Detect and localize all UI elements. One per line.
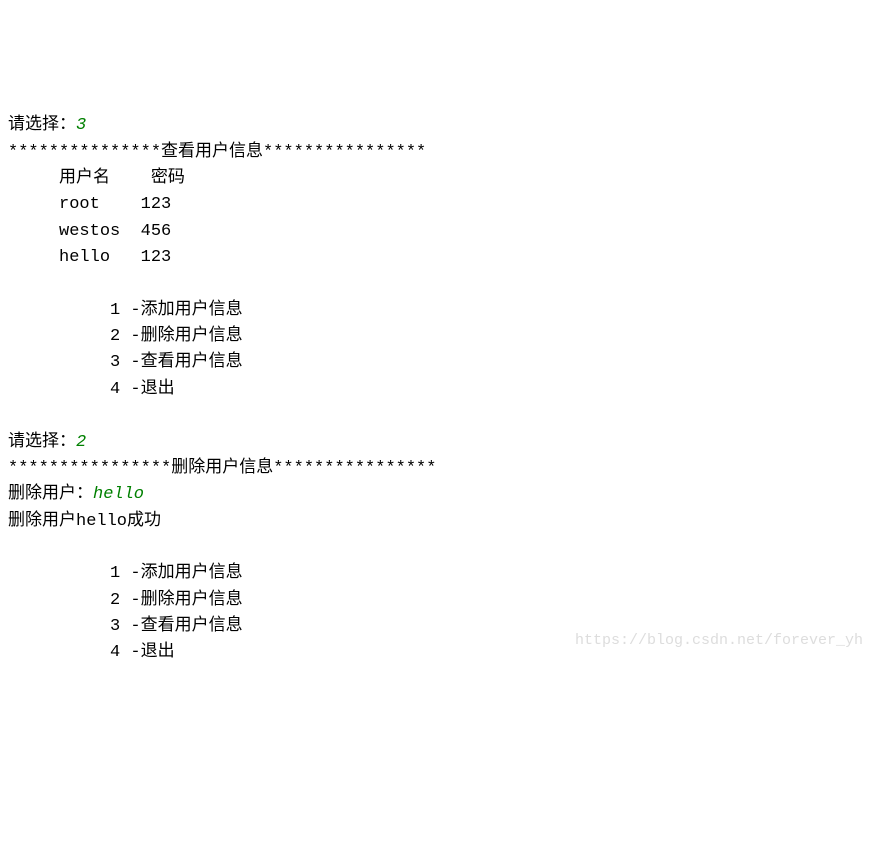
- stars-right: ****************: [273, 459, 436, 478]
- user-input[interactable]: 2: [76, 433, 86, 452]
- watermark: https://blog.csdn.net/forever_yh: [575, 629, 863, 652]
- stars-left: ****************: [8, 459, 171, 478]
- user-input[interactable]: 3: [76, 116, 86, 135]
- stars-right: ****************: [263, 143, 426, 162]
- menu-item: 2 -删除用户信息: [110, 591, 243, 610]
- delete-input[interactable]: hello: [93, 485, 144, 504]
- menu-item: 1 -添加用户信息: [110, 301, 243, 320]
- menu-item: 3 -查看用户信息: [110, 617, 243, 636]
- cell-user: westos: [59, 222, 120, 241]
- cell-pass: 456: [141, 222, 172, 241]
- section-title: 删除用户信息: [171, 459, 273, 478]
- prompt-label: 请选择：: [8, 433, 76, 452]
- delete-success-suffix: 成功: [127, 512, 161, 531]
- terminal-output: 请选择：3 ***************查看用户信息*************…: [8, 113, 867, 666]
- section-title: 查看用户信息: [161, 143, 263, 162]
- menu-item: 4 -退出: [110, 380, 175, 399]
- menu-item: 4 -退出: [110, 643, 175, 662]
- delete-success-user: hello: [76, 512, 127, 531]
- cell-user: hello: [59, 248, 110, 267]
- menu-item: 1 -添加用户信息: [110, 564, 243, 583]
- cell-pass: 123: [141, 195, 172, 214]
- delete-success-prefix: 删除用户: [8, 512, 76, 531]
- col-header-user: 用户名: [59, 169, 110, 188]
- menu-item: 2 -删除用户信息: [110, 327, 243, 346]
- prompt-label: 请选择：: [8, 116, 76, 135]
- menu-item: 3 -查看用户信息: [110, 353, 243, 372]
- stars-left: ***************: [8, 143, 161, 162]
- cell-pass: 123: [141, 248, 172, 267]
- col-header-pass: 密码: [151, 169, 185, 188]
- cell-user: root: [59, 195, 100, 214]
- delete-prompt: 删除用户：: [8, 485, 93, 504]
